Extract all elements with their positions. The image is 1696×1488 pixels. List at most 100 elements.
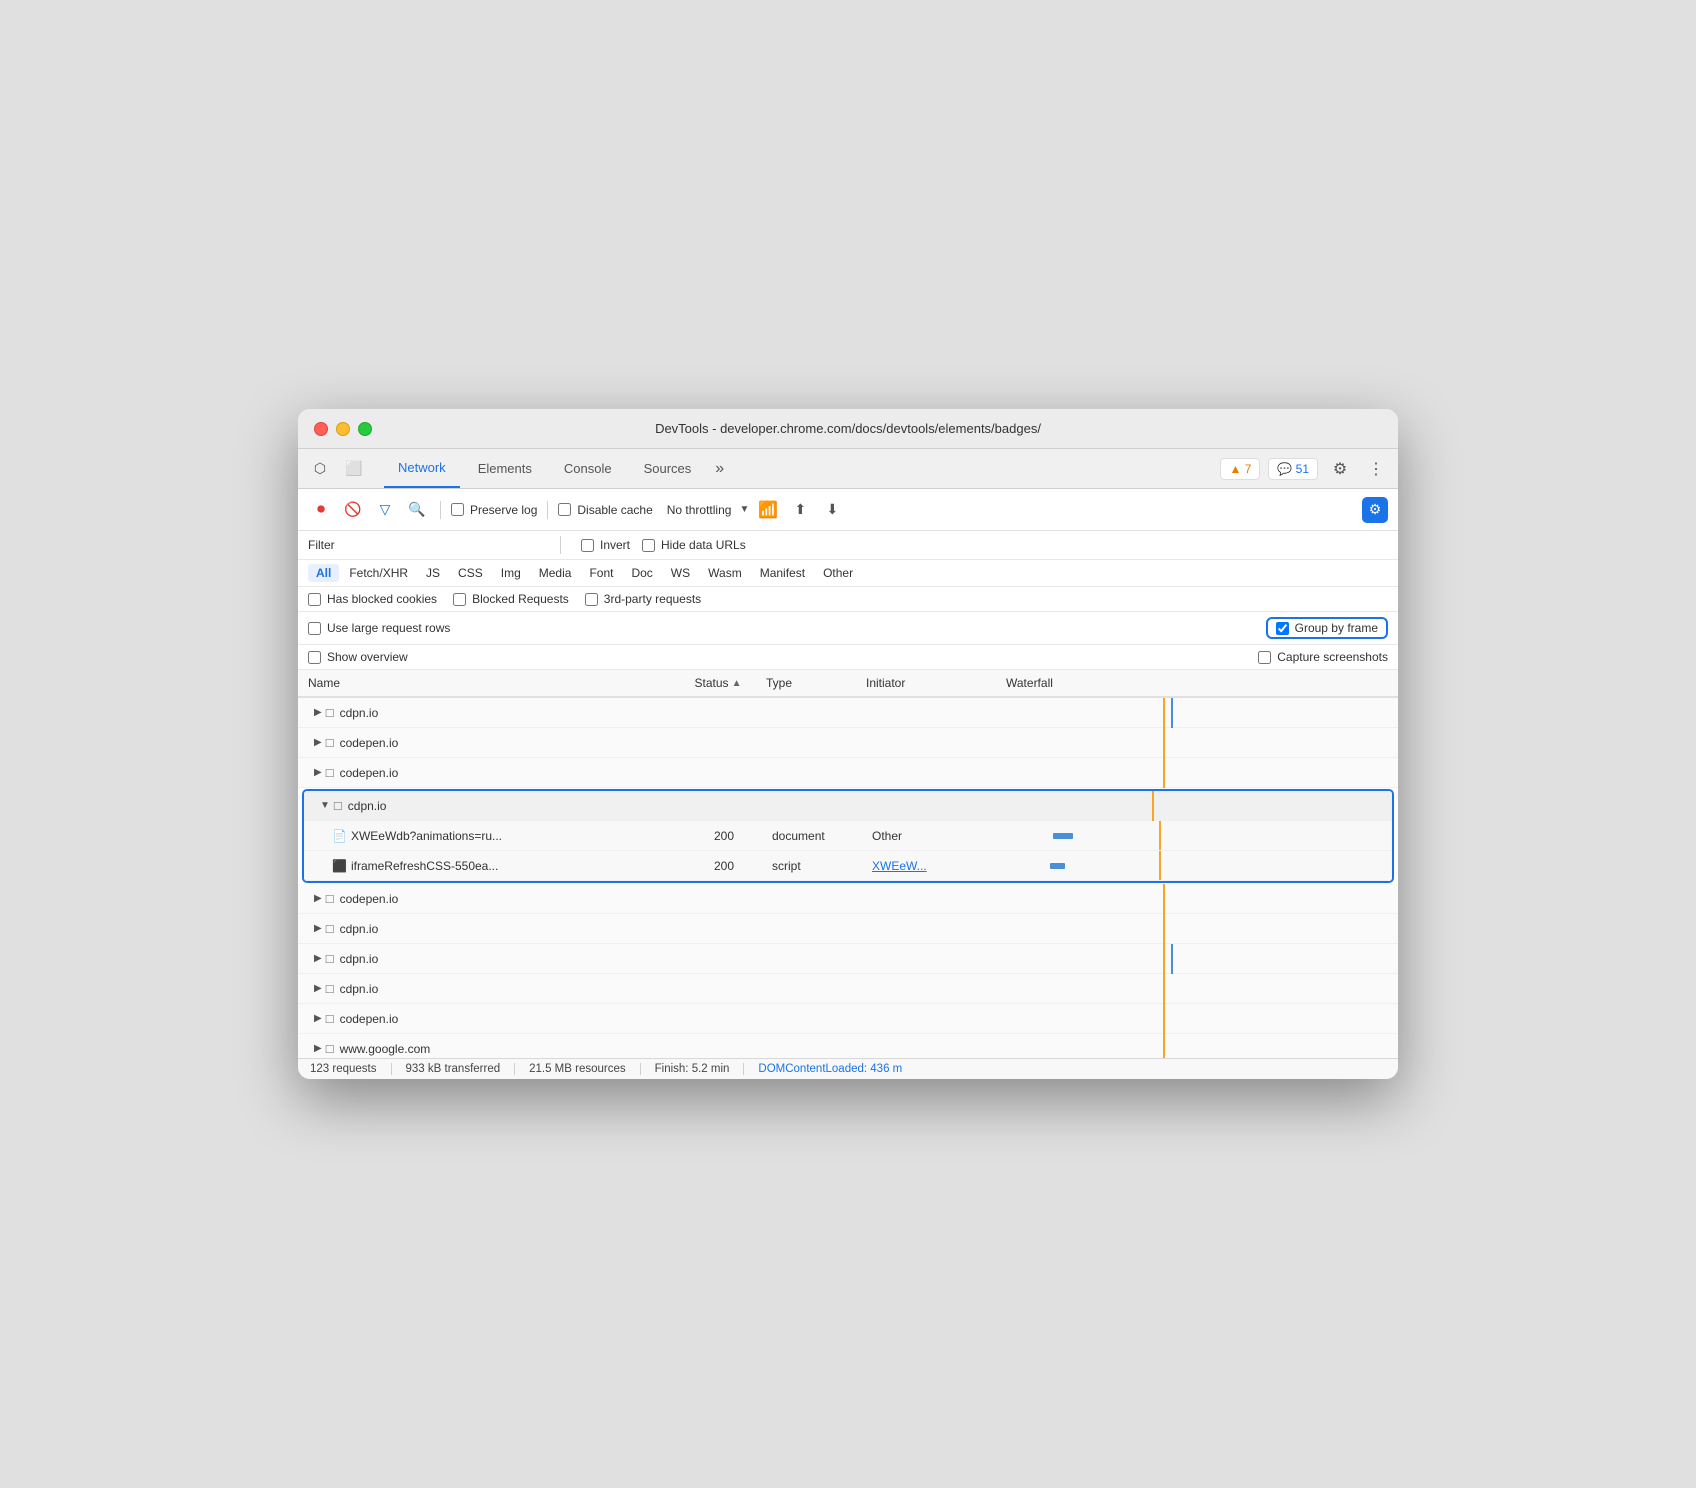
type-filter-css[interactable]: CSS <box>450 564 491 582</box>
type-filter-js[interactable]: JS <box>418 564 448 582</box>
status-bar: 123 requests 933 kB transferred 21.5 MB … <box>298 1058 1398 1079</box>
waterfall-7 <box>1006 944 1398 974</box>
disable-cache-label[interactable]: Disable cache <box>558 503 652 517</box>
waterfall-9 <box>1006 1004 1398 1034</box>
folder-icon-8: □ <box>326 981 334 996</box>
group-name-4: cdpn.io <box>348 799 387 813</box>
large-rows-checkbox[interactable] <box>308 622 321 635</box>
type-filter-font[interactable]: Font <box>581 564 621 582</box>
col-header-waterfall[interactable]: Waterfall <box>998 676 1398 690</box>
preserve-log-checkbox[interactable] <box>451 503 464 516</box>
group-row-5[interactable]: ▶ □ codepen.io <box>298 884 1398 914</box>
group-row-8[interactable]: ▶ □ cdpn.io <box>298 974 1398 1004</box>
wifi-icon[interactable]: 📶 <box>755 497 781 523</box>
minimize-button[interactable] <box>336 422 350 436</box>
maximize-button[interactable] <box>358 422 372 436</box>
status-finish: Finish: 5.2 min <box>641 1063 745 1075</box>
type-filter-fetch[interactable]: Fetch/XHR <box>341 564 416 582</box>
blocked-requests-checkbox[interactable] <box>453 593 466 606</box>
third-party-label[interactable]: 3rd-party requests <box>585 592 701 606</box>
invert-label[interactable]: Invert <box>581 538 630 552</box>
hide-data-urls-checkbox[interactable] <box>642 539 655 552</box>
options-bar-3: Show overview Capture screenshots <box>298 645 1398 670</box>
filter-icon[interactable]: ▽ <box>372 497 398 523</box>
large-rows-label[interactable]: Use large request rows <box>308 621 450 635</box>
disable-cache-checkbox[interactable] <box>558 503 571 516</box>
request-type-4-2: script <box>764 859 864 873</box>
tab-bar-icons: ⬡ ⬜ <box>306 455 368 483</box>
status-requests: 123 requests <box>310 1063 392 1075</box>
request-name-4-1: 📄 XWEeWdb?animations=ru... <box>304 829 684 843</box>
col-header-name[interactable]: Name <box>298 676 678 690</box>
preserve-log-label[interactable]: Preserve log <box>451 503 537 517</box>
more-tabs-icon[interactable]: » <box>709 460 730 478</box>
has-blocked-cookies-label[interactable]: Has blocked cookies <box>308 592 437 606</box>
device-icon[interactable]: ⬜ <box>340 455 368 483</box>
type-filter-other[interactable]: Other <box>815 564 861 582</box>
group-name-7: cdpn.io <box>340 952 379 966</box>
column-headers: Name Status ▲ Type Initiator Waterfall <box>298 670 1398 698</box>
more-options-icon[interactable]: ⋮ <box>1362 455 1390 483</box>
col-header-status[interactable]: Status ▲ <box>678 676 758 690</box>
request-initiator-4-1: Other <box>864 829 1004 843</box>
triangle-icon-2: ▶ <box>314 737 322 748</box>
throttling-arrow: ▼ <box>739 504 749 515</box>
chat-badge[interactable]: 💬 51 <box>1268 458 1318 480</box>
type-filter-all[interactable]: All <box>308 564 339 582</box>
show-overview-checkbox[interactable] <box>308 651 321 664</box>
close-button[interactable] <box>314 422 328 436</box>
cursor-icon[interactable]: ⬡ <box>306 455 334 483</box>
col-header-type[interactable]: Type <box>758 676 858 690</box>
folder-icon-7: □ <box>326 951 334 966</box>
hide-data-urls-label[interactable]: Hide data URLs <box>642 538 746 552</box>
upload-icon[interactable]: ⬆ <box>787 497 813 523</box>
initiator-link[interactable]: XWEeW... <box>872 859 927 873</box>
type-filter-img[interactable]: Img <box>493 564 529 582</box>
warning-badge[interactable]: ▲ 7 <box>1220 458 1260 480</box>
group-row-2[interactable]: ▶ □ codepen.io <box>298 728 1398 758</box>
download-icon[interactable]: ⬇ <box>819 497 845 523</box>
group-row-6[interactable]: ▶ □ cdpn.io <box>298 914 1398 944</box>
show-overview-label[interactable]: Show overview <box>308 650 408 664</box>
blocked-requests-label[interactable]: Blocked Requests <box>453 592 569 606</box>
tab-network[interactable]: Network <box>384 449 460 488</box>
folder-icon-1: □ <box>326 705 334 720</box>
settings-icon[interactable]: ⚙ <box>1326 455 1354 483</box>
tab-elements[interactable]: Elements <box>464 449 546 488</box>
group-row-3[interactable]: ▶ □ codepen.io <box>298 758 1398 788</box>
record-button[interactable]: ⏺ <box>308 497 334 523</box>
group-row-10[interactable]: ▶ □ www.google.com <box>298 1034 1398 1058</box>
folder-icon-2: □ <box>326 735 334 750</box>
has-blocked-cookies-checkbox[interactable] <box>308 593 321 606</box>
active-settings-icon[interactable]: ⚙ <box>1362 497 1388 523</box>
request-row-4-1[interactable]: 📄 XWEeWdb?animations=ru... 200 document … <box>304 821 1392 851</box>
group-row-7[interactable]: ▶ □ cdpn.io <box>298 944 1398 974</box>
devtools-window: DevTools - developer.chrome.com/docs/dev… <box>298 409 1398 1079</box>
group-row-1[interactable]: ▶ □ cdpn.io <box>298 698 1398 728</box>
type-filter-ws[interactable]: WS <box>663 564 698 582</box>
capture-screenshots-label[interactable]: Capture screenshots <box>1258 650 1388 664</box>
group-row-4[interactable]: ▼ □ cdpn.io <box>304 791 1392 821</box>
tab-console[interactable]: Console <box>550 449 626 488</box>
folder-icon-10: □ <box>326 1041 334 1056</box>
tab-sources[interactable]: Sources <box>630 449 706 488</box>
type-filter-wasm[interactable]: Wasm <box>700 564 750 582</box>
status-transferred: 933 kB transferred <box>392 1063 516 1075</box>
group-by-frame-label[interactable]: Group by frame <box>1276 621 1378 635</box>
type-filter-media[interactable]: Media <box>531 564 580 582</box>
clear-button[interactable]: 🚫 <box>340 497 366 523</box>
group-by-frame-checkbox[interactable] <box>1276 622 1289 635</box>
type-filter-doc[interactable]: Doc <box>623 564 660 582</box>
request-row-4-2[interactable]: ⬛ iframeRefreshCSS-550ea... 200 script X… <box>304 851 1392 881</box>
type-filter-manifest[interactable]: Manifest <box>752 564 813 582</box>
third-party-checkbox[interactable] <box>585 593 598 606</box>
invert-checkbox[interactable] <box>581 539 594 552</box>
triangle-icon-7: ▶ <box>314 953 322 964</box>
col-header-initiator[interactable]: Initiator <box>858 676 998 690</box>
request-name-4-2: ⬛ iframeRefreshCSS-550ea... <box>304 859 684 873</box>
filter-input[interactable] <box>348 538 548 552</box>
search-icon[interactable]: 🔍 <box>404 497 430 523</box>
group-row-9[interactable]: ▶ □ codepen.io <box>298 1004 1398 1034</box>
capture-screenshots-checkbox[interactable] <box>1258 651 1271 664</box>
folder-icon-3: □ <box>326 765 334 780</box>
